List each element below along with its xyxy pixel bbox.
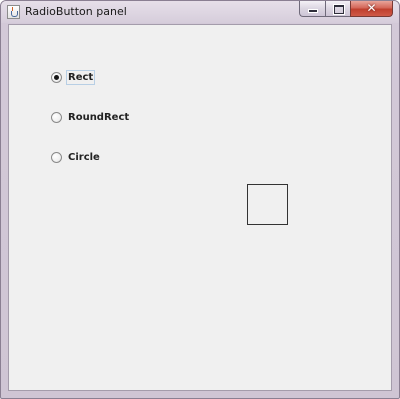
radio-option-circle[interactable]: Circle [51,149,102,165]
minimize-icon [309,10,317,12]
close-icon: ✕ [366,1,377,15]
maximize-icon [333,4,345,15]
title-bar[interactable]: RadioButton panel ✕ [1,1,399,23]
drawn-rectangle-shape [247,184,288,225]
radio-button-circle[interactable] [51,151,62,163]
radio-option-roundrect[interactable]: RoundRect [51,109,131,125]
radio-label-circle[interactable]: Circle [66,150,102,165]
radio-label-roundrect[interactable]: RoundRect [66,110,131,125]
radio-label-rect[interactable]: Rect [66,69,96,85]
cup-icon-part [11,11,18,17]
window-controls: ✕ [299,1,393,18]
window-title: RadioButton panel [25,5,127,18]
radio-option-rect[interactable]: Rect [51,69,96,85]
maximize-button[interactable] [325,1,350,17]
minimize-button[interactable] [299,1,325,17]
radio-button-roundrect[interactable] [51,111,62,123]
radio-button-rect[interactable] [51,71,62,83]
app-window: RadioButton panel ✕ Rect RoundRect Circl… [0,0,400,399]
content-panel: Rect RoundRect Circle [8,24,392,391]
java-cup-icon[interactable] [7,5,20,19]
close-button[interactable]: ✕ [350,1,393,17]
